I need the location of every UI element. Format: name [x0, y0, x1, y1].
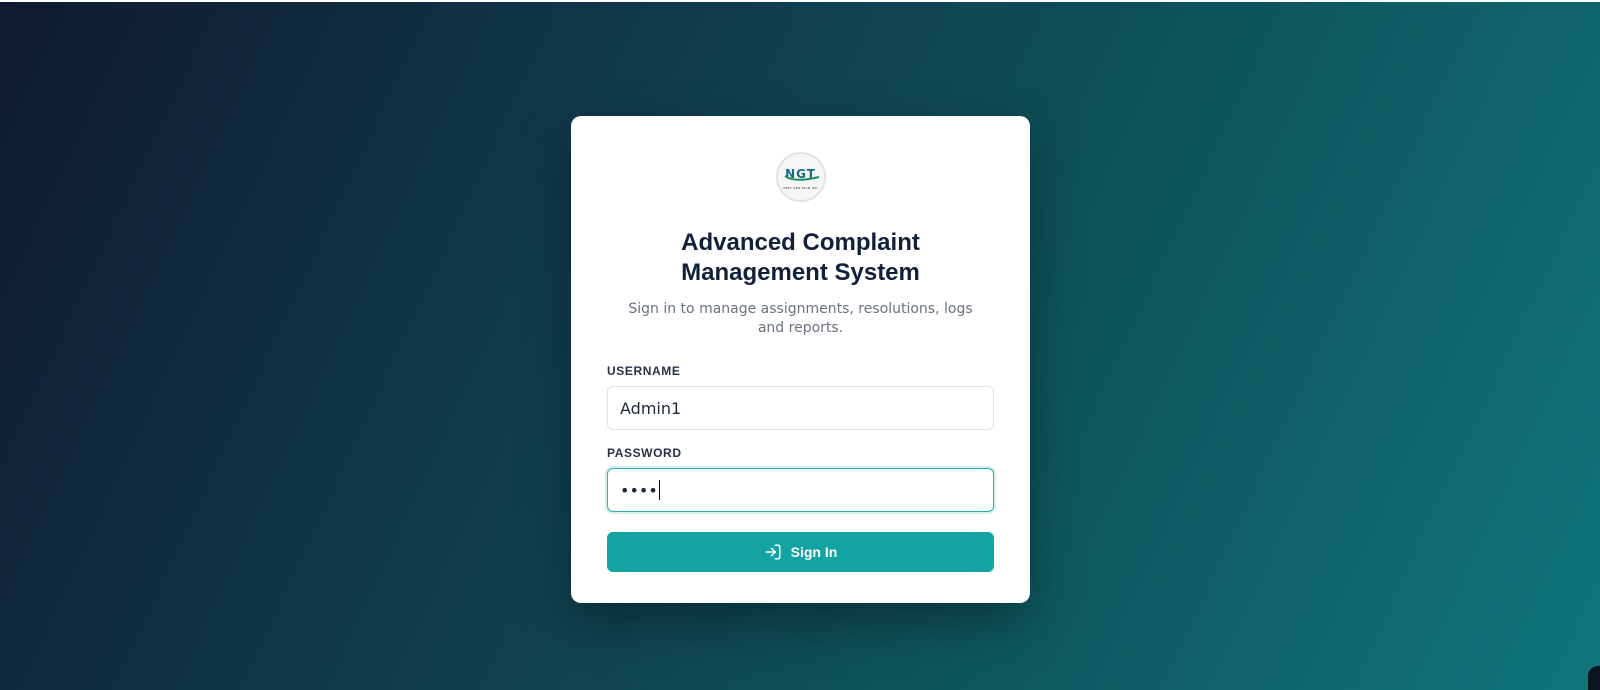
- username-value: Admin1: [620, 398, 682, 418]
- company-logo: NGT NEXT GEN TEAM LTD: [775, 152, 826, 202]
- corner-handle[interactable]: [1588, 666, 1600, 690]
- text-caret: [658, 480, 660, 500]
- page-subtitle: Sign in to manage assignments, resolutio…: [628, 301, 973, 336]
- password-label: PASSWORD: [607, 446, 682, 460]
- sign-in-button[interactable]: Sign In: [607, 532, 994, 572]
- username-input[interactable]: Admin1: [607, 386, 994, 430]
- login-icon: [765, 544, 781, 560]
- password-input[interactable]: ••••: [607, 468, 994, 512]
- password-value: ••••: [620, 480, 658, 500]
- page-title: Advanced Complaint Management System: [681, 229, 920, 286]
- logo-subtext: NEXT GEN TEAM LTD: [783, 186, 818, 190]
- username-label: USERNAME: [607, 364, 681, 378]
- sign-in-label: Sign In: [790, 544, 838, 560]
- login-card: NGT NEXT GEN TEAM LTD Advanced Complaint…: [571, 116, 1030, 603]
- logo-swoosh-icon: [783, 175, 819, 181]
